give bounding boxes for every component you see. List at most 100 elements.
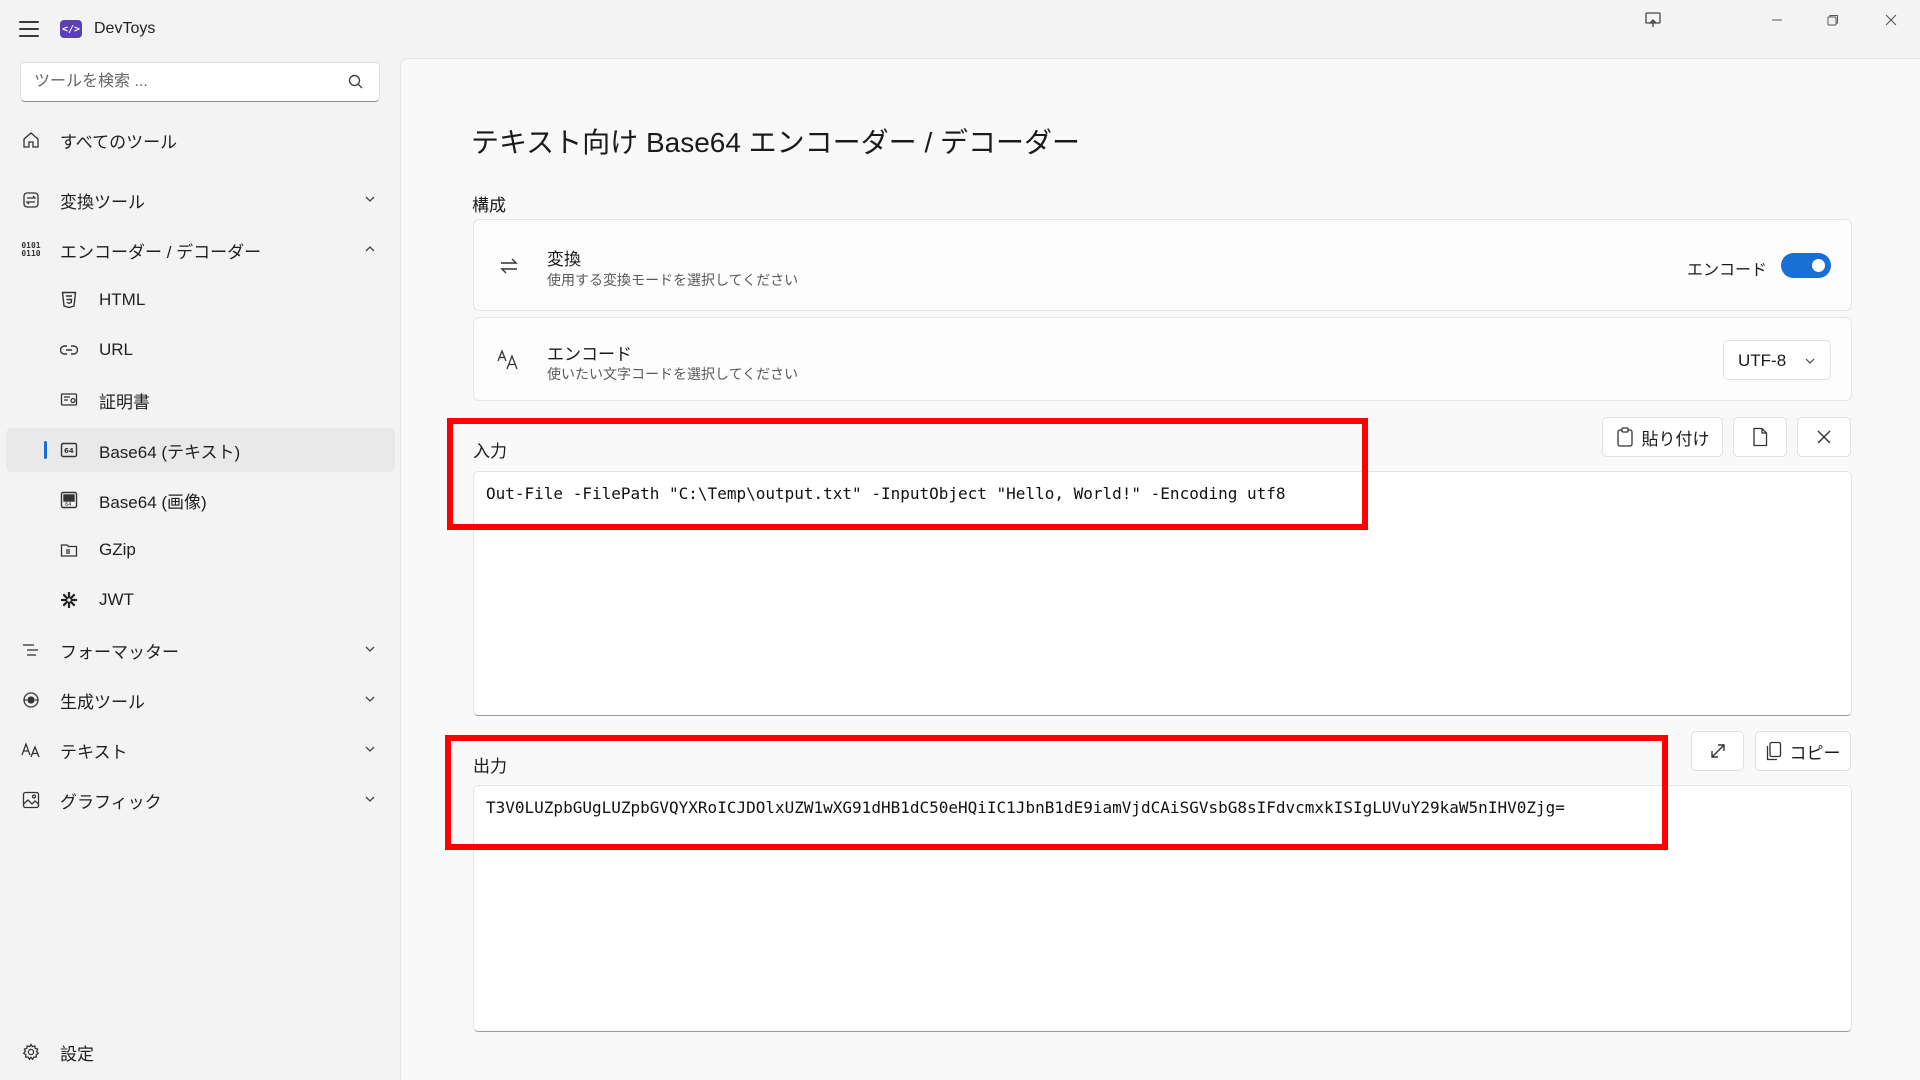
copy-button-label: コピー xyxy=(1789,743,1841,763)
sidebar-item-jwt[interactable]: JWT xyxy=(6,578,395,622)
sidebar-item-label: すべてのツール xyxy=(60,132,178,152)
expand-button[interactable] xyxy=(1691,731,1744,771)
encoding-dropdown[interactable]: UTF-8 xyxy=(1723,340,1831,380)
hamburger-menu-icon[interactable] xyxy=(18,18,40,40)
encoding-title: エンコード xyxy=(547,345,632,364)
sidebar-item-formatters[interactable]: フォーマッター xyxy=(6,628,395,672)
restore-icon[interactable] xyxy=(1810,8,1856,32)
chevron-down-icon xyxy=(365,696,375,702)
sidebar-item-label: エンコーダー / デコーダー xyxy=(60,242,262,262)
sidebar-item-all-tools[interactable]: すべてのツール xyxy=(6,118,395,162)
sidebar-item-generators[interactable]: 生成ツール xyxy=(6,678,395,722)
expand-icon xyxy=(1710,744,1725,758)
base64-image-icon: 64 xyxy=(58,489,80,511)
paste-button[interactable]: 貼り付け xyxy=(1602,417,1723,457)
sidebar-item-label: フォーマッター xyxy=(60,642,179,662)
gear-icon xyxy=(20,1041,42,1063)
sidebar-item-settings[interactable]: 設定 xyxy=(6,1030,395,1074)
sidebar-item-url[interactable]: URL xyxy=(6,328,395,372)
copy-button[interactable]: コピー xyxy=(1755,731,1851,771)
compact-overlay-icon[interactable] xyxy=(1630,8,1676,32)
sidebar-item-html[interactable]: HTML xyxy=(6,278,395,322)
sidebar-item-base64-image[interactable]: 64 Base64 (画像) xyxy=(6,478,395,522)
output-editor[interactable]: T3V0LUZpbGUgLUZpbGVQYXRoICJDOlxUZW1wXG91… xyxy=(473,785,1852,1032)
input-text[interactable]: Out-File -FilePath "C:\Temp\output.txt" … xyxy=(486,484,1286,503)
chevron-down-icon xyxy=(365,796,375,802)
main-content: テキスト向け Base64 エンコーダー / デコーダー 構成 変換 使用する変… xyxy=(400,58,1920,1080)
open-file-button[interactable] xyxy=(1733,417,1787,457)
base64-text-icon: 64 xyxy=(58,439,80,461)
jwt-icon xyxy=(58,589,80,611)
encode-toggle[interactable] xyxy=(1781,253,1831,278)
sidebar-item-graphic[interactable]: グラフィック xyxy=(6,778,395,822)
sidebar-item-label: HTML xyxy=(99,290,146,309)
minimize-icon[interactable] xyxy=(1754,8,1800,32)
conversion-title: 変換 xyxy=(547,250,581,269)
chevron-down-icon xyxy=(365,196,375,202)
swap-arrows-icon xyxy=(496,253,522,279)
output-text[interactable]: T3V0LUZpbGUgLUZpbGVQYXRoICJDOlxUZW1wXG91… xyxy=(486,798,1565,817)
file-icon xyxy=(1753,427,1768,447)
selection-indicator xyxy=(44,441,47,459)
sidebar-item-label: 設定 xyxy=(60,1044,94,1064)
paste-button-label: 貼り付け xyxy=(1641,429,1710,449)
formatter-icon xyxy=(20,639,42,661)
binary-icon: 0101 0110 xyxy=(21,241,41,258)
sidebar-item-label: グラフィック xyxy=(60,792,162,812)
font-size-icon xyxy=(496,347,522,373)
sidebar-item-label: 生成ツール xyxy=(60,692,145,712)
search-icon[interactable] xyxy=(347,73,365,91)
clipboard-icon xyxy=(1616,427,1633,447)
chevron-down-icon xyxy=(365,646,375,652)
link-icon xyxy=(58,339,80,361)
encode-toggle-label: エンコード xyxy=(1686,262,1767,279)
chevron-down-icon xyxy=(365,746,375,752)
encoding-selected-value: UTF-8 xyxy=(1738,351,1787,370)
converter-icon xyxy=(20,189,42,211)
sidebar-item-label: Base64 (画像) xyxy=(99,492,207,512)
chevron-up-icon xyxy=(365,246,375,252)
app-title: DevToys xyxy=(94,20,156,37)
clear-button[interactable] xyxy=(1797,417,1851,457)
sidebar-item-base64-text[interactable]: 64 Base64 (テキスト) xyxy=(6,428,395,472)
certificate-icon xyxy=(58,389,80,411)
sidebar-item-label: Base64 (テキスト) xyxy=(99,442,241,462)
graphic-icon xyxy=(20,789,42,811)
sidebar-item-label: 変換ツール xyxy=(60,192,145,212)
sidebar-item-label: 証明書 xyxy=(99,392,150,412)
title-bar: </> DevToys xyxy=(0,0,1920,58)
sidebar-item-label: GZip xyxy=(99,540,136,559)
sidebar-item-gzip[interactable]: GZip xyxy=(6,528,395,572)
devtoys-logo-icon: </> xyxy=(60,20,82,38)
close-icon xyxy=(1817,430,1831,444)
config-label: 構成 xyxy=(472,196,506,215)
copy-icon xyxy=(1766,741,1781,761)
encoding-subtitle: 使いたい文字コードを選択してください xyxy=(547,366,799,382)
gzip-icon xyxy=(58,539,80,561)
sidebar: すべてのツール 変換ツール 01010110 エンコーダー / デコーダー HT… xyxy=(0,58,400,1080)
chevron-down-icon xyxy=(1805,358,1815,364)
html5-icon xyxy=(58,289,80,311)
sidebar-item-certificate[interactable]: 証明書 xyxy=(6,378,395,422)
encoding-card: エンコード 使いたい文字コードを選択してください UTF-8 xyxy=(473,317,1852,401)
sidebar-item-label: JWT xyxy=(99,590,134,609)
sidebar-item-label: URL xyxy=(99,340,134,359)
search-box[interactable] xyxy=(20,62,380,102)
close-window-icon[interactable] xyxy=(1868,8,1914,32)
conversion-subtitle: 使用する変換モードを選択してください xyxy=(547,272,799,288)
sidebar-item-encoders-decoders[interactable]: 0101 0110 エンコーダー / デコーダー xyxy=(6,228,395,272)
conversion-card: 変換 使用する変換モードを選択してください エンコード xyxy=(473,219,1852,311)
input-editor[interactable]: Out-File -FilePath "C:\Temp\output.txt" … xyxy=(473,471,1852,716)
sidebar-item-label: テキスト xyxy=(60,742,128,762)
page-title: テキスト向け Base64 エンコーダー / デコーダー xyxy=(471,127,1081,158)
output-label: 出力 xyxy=(473,757,507,776)
sidebar-item-text[interactable]: テキスト xyxy=(6,728,395,772)
svg-text:64: 64 xyxy=(65,502,71,508)
home-icon xyxy=(20,129,42,151)
generator-icon xyxy=(20,689,42,711)
sidebar-item-converters[interactable]: 変換ツール xyxy=(6,178,395,222)
svg-text:64: 64 xyxy=(64,447,74,455)
search-input[interactable] xyxy=(21,63,321,101)
text-icon xyxy=(20,739,42,761)
input-label: 入力 xyxy=(473,442,507,461)
